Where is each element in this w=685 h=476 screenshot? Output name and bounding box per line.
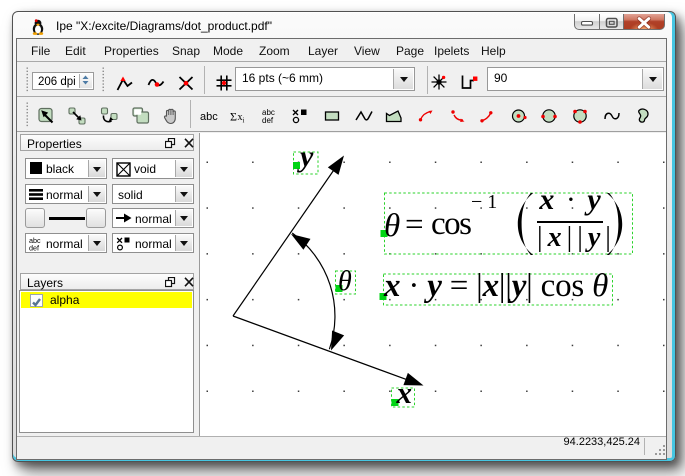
svg-text:def: def <box>262 116 274 125</box>
svg-text:Σ: Σ <box>230 110 237 124</box>
svg-text:def: def <box>29 243 39 252</box>
svg-text:abc: abc <box>200 111 218 123</box>
svg-text:i: i <box>243 117 245 125</box>
